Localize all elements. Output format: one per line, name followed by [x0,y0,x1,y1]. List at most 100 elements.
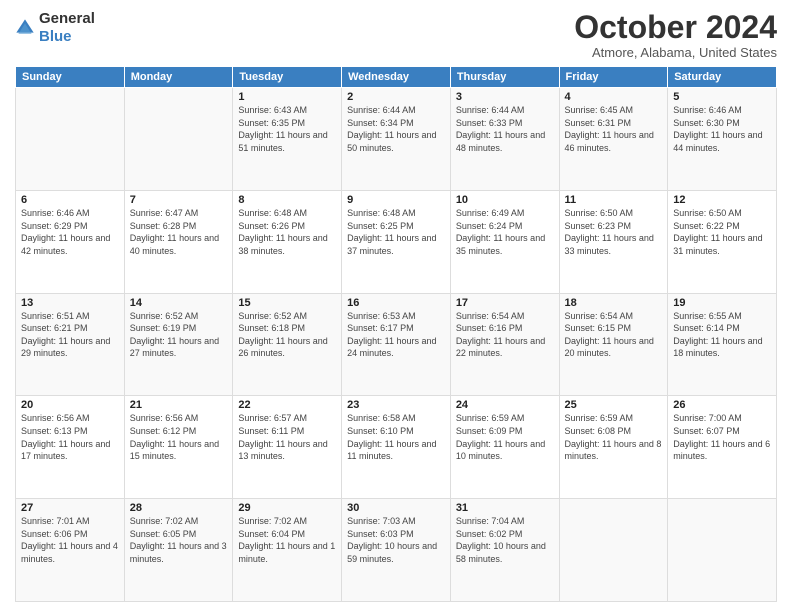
day-number: 29 [238,502,336,514]
day-info: Sunrise: 6:46 AM Sunset: 6:30 PM Dayligh… [673,104,771,154]
calendar-cell: 1Sunrise: 6:43 AM Sunset: 6:35 PM Daylig… [233,88,342,191]
day-header-friday: Friday [559,67,668,88]
day-header-wednesday: Wednesday [342,67,451,88]
day-info: Sunrise: 6:43 AM Sunset: 6:35 PM Dayligh… [238,104,336,154]
calendar-cell [668,499,777,602]
day-info: Sunrise: 6:53 AM Sunset: 6:17 PM Dayligh… [347,310,445,360]
day-info: Sunrise: 7:02 AM Sunset: 6:05 PM Dayligh… [130,515,228,565]
page-header: General Blue October 2024 Atmore, Alabam… [15,10,777,60]
location: Atmore, Alabama, United States [574,45,777,60]
day-info: Sunrise: 6:51 AM Sunset: 6:21 PM Dayligh… [21,310,119,360]
day-header-saturday: Saturday [668,67,777,88]
calendar-cell: 12Sunrise: 6:50 AM Sunset: 6:22 PM Dayli… [668,190,777,293]
day-number: 22 [238,399,336,411]
day-number: 5 [673,91,771,103]
day-number: 18 [565,297,663,309]
calendar-cell: 29Sunrise: 7:02 AM Sunset: 6:04 PM Dayli… [233,499,342,602]
day-info: Sunrise: 6:52 AM Sunset: 6:19 PM Dayligh… [130,310,228,360]
calendar-cell: 30Sunrise: 7:03 AM Sunset: 6:03 PM Dayli… [342,499,451,602]
day-info: Sunrise: 7:00 AM Sunset: 6:07 PM Dayligh… [673,412,771,462]
day-info: Sunrise: 6:50 AM Sunset: 6:22 PM Dayligh… [673,207,771,257]
day-info: Sunrise: 6:46 AM Sunset: 6:29 PM Dayligh… [21,207,119,257]
day-number: 25 [565,399,663,411]
calendar-cell [124,88,233,191]
calendar-cell: 3Sunrise: 6:44 AM Sunset: 6:33 PM Daylig… [450,88,559,191]
day-number: 12 [673,194,771,206]
day-number: 19 [673,297,771,309]
day-info: Sunrise: 6:56 AM Sunset: 6:13 PM Dayligh… [21,412,119,462]
day-info: Sunrise: 7:02 AM Sunset: 6:04 PM Dayligh… [238,515,336,565]
day-number: 27 [21,502,119,514]
day-header-monday: Monday [124,67,233,88]
day-info: Sunrise: 6:47 AM Sunset: 6:28 PM Dayligh… [130,207,228,257]
day-number: 20 [21,399,119,411]
day-header-sunday: Sunday [16,67,125,88]
month-title: October 2024 [574,10,777,45]
day-info: Sunrise: 6:59 AM Sunset: 6:08 PM Dayligh… [565,412,663,462]
day-number: 3 [456,91,554,103]
day-info: Sunrise: 6:55 AM Sunset: 6:14 PM Dayligh… [673,310,771,360]
day-info: Sunrise: 7:04 AM Sunset: 6:02 PM Dayligh… [456,515,554,565]
day-info: Sunrise: 6:54 AM Sunset: 6:16 PM Dayligh… [456,310,554,360]
day-header-tuesday: Tuesday [233,67,342,88]
day-number: 17 [456,297,554,309]
calendar-cell: 27Sunrise: 7:01 AM Sunset: 6:06 PM Dayli… [16,499,125,602]
day-number: 9 [347,194,445,206]
logo-general: General Blue [39,10,95,46]
day-info: Sunrise: 6:57 AM Sunset: 6:11 PM Dayligh… [238,412,336,462]
day-info: Sunrise: 6:48 AM Sunset: 6:26 PM Dayligh… [238,207,336,257]
calendar-cell: 31Sunrise: 7:04 AM Sunset: 6:02 PM Dayli… [450,499,559,602]
calendar-cell: 11Sunrise: 6:50 AM Sunset: 6:23 PM Dayli… [559,190,668,293]
calendar-cell: 22Sunrise: 6:57 AM Sunset: 6:11 PM Dayli… [233,396,342,499]
day-number: 24 [456,399,554,411]
calendar-cell: 13Sunrise: 6:51 AM Sunset: 6:21 PM Dayli… [16,293,125,396]
calendar-cell: 10Sunrise: 6:49 AM Sunset: 6:24 PM Dayli… [450,190,559,293]
calendar-cell: 19Sunrise: 6:55 AM Sunset: 6:14 PM Dayli… [668,293,777,396]
day-info: Sunrise: 6:50 AM Sunset: 6:23 PM Dayligh… [565,207,663,257]
day-number: 4 [565,91,663,103]
calendar-cell: 18Sunrise: 6:54 AM Sunset: 6:15 PM Dayli… [559,293,668,396]
calendar-cell: 4Sunrise: 6:45 AM Sunset: 6:31 PM Daylig… [559,88,668,191]
day-info: Sunrise: 7:01 AM Sunset: 6:06 PM Dayligh… [21,515,119,565]
calendar-cell [559,499,668,602]
calendar-cell: 24Sunrise: 6:59 AM Sunset: 6:09 PM Dayli… [450,396,559,499]
calendar-cell: 16Sunrise: 6:53 AM Sunset: 6:17 PM Dayli… [342,293,451,396]
day-info: Sunrise: 6:44 AM Sunset: 6:33 PM Dayligh… [456,104,554,154]
day-info: Sunrise: 6:45 AM Sunset: 6:31 PM Dayligh… [565,104,663,154]
day-number: 30 [347,502,445,514]
day-number: 14 [130,297,228,309]
day-number: 7 [130,194,228,206]
day-number: 31 [456,502,554,514]
day-header-thursday: Thursday [450,67,559,88]
day-number: 28 [130,502,228,514]
day-number: 6 [21,194,119,206]
day-number: 16 [347,297,445,309]
day-number: 13 [21,297,119,309]
calendar-cell: 7Sunrise: 6:47 AM Sunset: 6:28 PM Daylig… [124,190,233,293]
day-info: Sunrise: 6:48 AM Sunset: 6:25 PM Dayligh… [347,207,445,257]
day-number: 8 [238,194,336,206]
calendar-cell: 9Sunrise: 6:48 AM Sunset: 6:25 PM Daylig… [342,190,451,293]
day-number: 21 [130,399,228,411]
logo-icon [15,18,35,38]
calendar-cell: 6Sunrise: 6:46 AM Sunset: 6:29 PM Daylig… [16,190,125,293]
calendar-cell: 17Sunrise: 6:54 AM Sunset: 6:16 PM Dayli… [450,293,559,396]
calendar-cell: 20Sunrise: 6:56 AM Sunset: 6:13 PM Dayli… [16,396,125,499]
calendar-cell: 2Sunrise: 6:44 AM Sunset: 6:34 PM Daylig… [342,88,451,191]
calendar-cell: 14Sunrise: 6:52 AM Sunset: 6:19 PM Dayli… [124,293,233,396]
calendar-cell: 26Sunrise: 7:00 AM Sunset: 6:07 PM Dayli… [668,396,777,499]
calendar-cell: 15Sunrise: 6:52 AM Sunset: 6:18 PM Dayli… [233,293,342,396]
calendar-cell: 25Sunrise: 6:59 AM Sunset: 6:08 PM Dayli… [559,396,668,499]
day-info: Sunrise: 6:54 AM Sunset: 6:15 PM Dayligh… [565,310,663,360]
day-info: Sunrise: 6:52 AM Sunset: 6:18 PM Dayligh… [238,310,336,360]
day-number: 1 [238,91,336,103]
day-number: 10 [456,194,554,206]
title-section: October 2024 Atmore, Alabama, United Sta… [574,10,777,60]
logo: General Blue [15,10,95,46]
day-number: 23 [347,399,445,411]
day-info: Sunrise: 6:58 AM Sunset: 6:10 PM Dayligh… [347,412,445,462]
calendar-cell: 5Sunrise: 6:46 AM Sunset: 6:30 PM Daylig… [668,88,777,191]
day-number: 26 [673,399,771,411]
calendar-cell: 8Sunrise: 6:48 AM Sunset: 6:26 PM Daylig… [233,190,342,293]
day-info: Sunrise: 6:44 AM Sunset: 6:34 PM Dayligh… [347,104,445,154]
